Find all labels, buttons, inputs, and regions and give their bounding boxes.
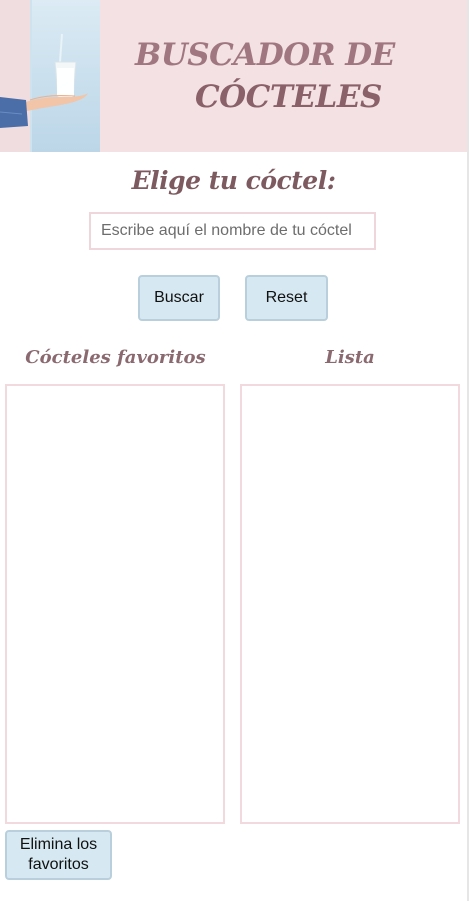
app-title-line2: CÓCTELES — [195, 79, 382, 115]
hand-holding-glass-illustration — [0, 33, 88, 128]
app-title-line1: BUSCADOR DE — [135, 37, 395, 73]
cocktail-search-input[interactable] — [89, 212, 376, 250]
favorites-list[interactable] — [5, 384, 225, 824]
choose-cocktail-heading: Elige tu cóctel: — [131, 166, 336, 195]
search-button[interactable]: Buscar — [138, 275, 220, 321]
reset-button[interactable]: Reset — [245, 275, 328, 321]
page: BUSCADOR DE CÓCTELES Elige tu cóctel: Bu… — [0, 0, 469, 901]
app-title: BUSCADOR DE CÓCTELES — [120, 34, 395, 118]
favorites-heading: Cócteles favoritos — [25, 347, 206, 368]
header-banner: BUSCADOR DE CÓCTELES — [0, 0, 467, 152]
results-list[interactable] — [240, 384, 460, 824]
clear-favorites-button[interactable]: Elimina los favoritos — [5, 830, 112, 880]
results-heading: Lista — [325, 347, 375, 368]
cocktail-photo — [0, 0, 100, 152]
